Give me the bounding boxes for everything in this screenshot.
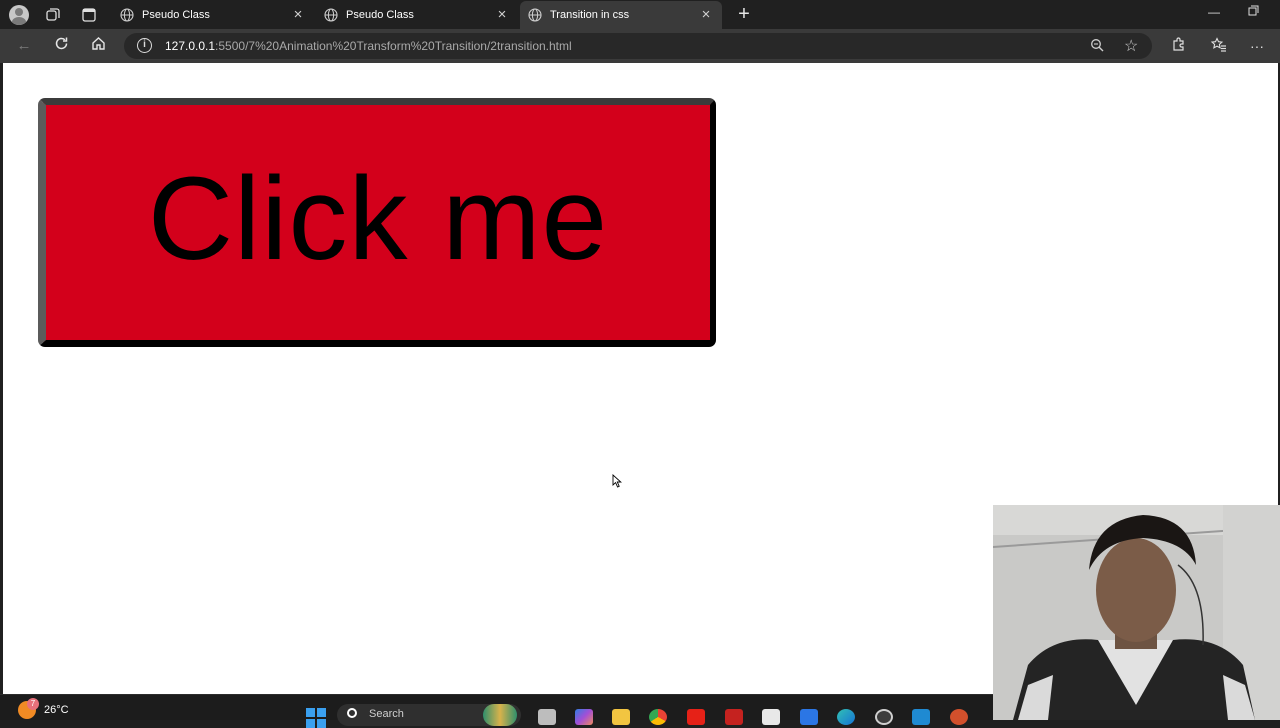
url-host: 127.0.0.1 <box>165 39 216 53</box>
weather-widget[interactable]: 7 26°C <box>18 698 69 719</box>
restore-icon[interactable] <box>1243 5 1263 19</box>
chrome-icon[interactable] <box>649 709 667 725</box>
home-icon[interactable] <box>88 36 108 56</box>
edge-icon[interactable] <box>837 709 855 725</box>
vertical-tabs-icon[interactable] <box>78 4 100 26</box>
workspaces-icon[interactable] <box>42 4 64 26</box>
close-icon[interactable]: × <box>492 7 512 22</box>
more-options-icon[interactable]: ··· <box>1248 37 1266 55</box>
tab-transition-in-css[interactable]: Transition in css × <box>520 1 722 29</box>
globe-icon <box>120 8 134 22</box>
globe-icon <box>324 8 338 22</box>
favorite-star-icon[interactable]: ☆ <box>1124 36 1138 56</box>
browser-toolbar: ← i 127.0.0.1:5500/7%20Animation%20Trans… <box>0 29 1280 63</box>
tab-title: Transition in css <box>550 9 630 21</box>
weather-icon: 7 <box>18 698 39 719</box>
extensions-icon[interactable] <box>1169 37 1187 55</box>
tab-title: Pseudo Class <box>346 9 414 21</box>
address-bar[interactable]: i 127.0.0.1:5500/7%20Animation%20Transfo… <box>124 33 1152 59</box>
file-explorer-icon[interactable] <box>538 709 556 725</box>
folder-icon[interactable] <box>612 709 630 725</box>
back-arrow-icon[interactable]: ← <box>14 36 34 56</box>
globe-icon <box>528 8 542 22</box>
gmail-icon[interactable] <box>725 709 743 725</box>
vscode-alt-icon[interactable] <box>800 709 818 725</box>
profile-avatar[interactable] <box>8 4 30 26</box>
mouse-cursor-icon <box>612 474 622 488</box>
minimize-icon[interactable]: — <box>1204 5 1224 19</box>
weather-temperature: 26°C <box>44 704 69 716</box>
taskbar-search[interactable]: Search <box>337 704 521 726</box>
settings-icon[interactable] <box>875 709 893 725</box>
windows-taskbar: 7 26°C Search <box>0 694 993 728</box>
windows-start-icon[interactable] <box>306 708 326 728</box>
favorites-icon[interactable] <box>1210 37 1228 55</box>
tab-strip: Pseudo Class × Pseudo Class × Transition… <box>0 0 1280 29</box>
youtube-icon[interactable] <box>687 709 705 725</box>
button-label: Click me <box>147 153 609 285</box>
close-icon[interactable]: × <box>288 7 308 22</box>
click-me-button[interactable]: Click me <box>38 98 716 347</box>
webcam-overlay <box>993 505 1280 720</box>
copilot-icon[interactable] <box>575 709 593 725</box>
search-icon <box>347 708 357 718</box>
search-label: Search <box>369 708 404 720</box>
powerpoint-icon[interactable] <box>950 709 968 725</box>
presenter-video <box>993 505 1280 720</box>
url-path: :5500/7%20Animation%20Transform%20Transi… <box>215 39 572 53</box>
info-icon[interactable]: i <box>137 38 152 53</box>
search-highlight-image <box>483 704 517 726</box>
refresh-icon[interactable] <box>51 36 71 56</box>
tab-pseudo-class-1[interactable]: Pseudo Class × <box>112 1 314 29</box>
tab-title: Pseudo Class <box>142 9 210 21</box>
vscode-icon[interactable] <box>912 709 930 725</box>
store-icon[interactable] <box>762 709 780 725</box>
tab-pseudo-class-2[interactable]: Pseudo Class × <box>316 1 518 29</box>
notification-badge: 7 <box>27 698 39 710</box>
url-text[interactable]: 127.0.0.1:5500/7%20Animation%20Transform… <box>165 39 572 53</box>
plus-icon[interactable]: + <box>733 3 755 25</box>
close-icon[interactable]: × <box>696 7 716 22</box>
zoom-icon[interactable] <box>1090 38 1104 57</box>
